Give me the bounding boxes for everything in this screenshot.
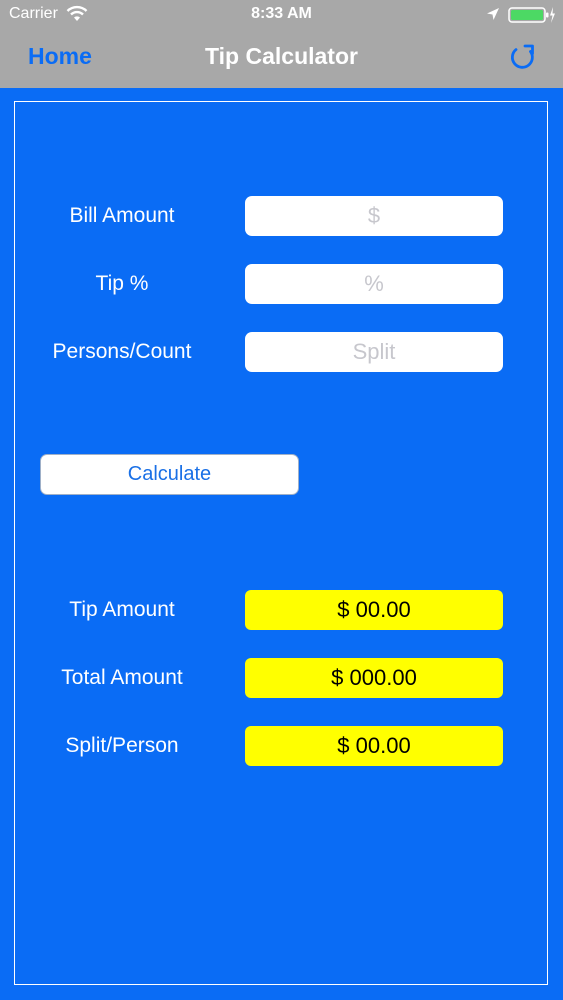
split-person-value: $ 00.00 [245,726,503,766]
refresh-button[interactable] [506,41,540,75]
status-bar: Carrier 8:33 AM [0,0,563,30]
bill-amount-input[interactable] [245,196,503,236]
total-amount-value: $ 000.00 [245,658,503,698]
tip-amount-label: Tip Amount [69,598,175,621]
calculate-button[interactable]: Calculate [40,454,299,495]
tip-amount-value: $ 00.00 [245,590,503,630]
status-time: 8:33 AM [251,5,312,22]
home-back-button[interactable]: Home [28,43,92,70]
battery-icon [508,7,555,23]
tip-percent-label: Tip % [95,272,149,295]
split-person-label: Split/Person [65,734,179,757]
navigation-bar: Home Tip Calculator [0,30,563,88]
refresh-icon [511,44,534,69]
bill-amount-label: Bill Amount [69,204,175,227]
total-amount-label: Total Amount [61,666,183,689]
persons-count-label: Persons/Count [52,340,192,363]
persons-count-input[interactable] [245,332,503,372]
location-arrow-icon [487,8,499,20]
tip-percent-input[interactable] [245,264,503,304]
